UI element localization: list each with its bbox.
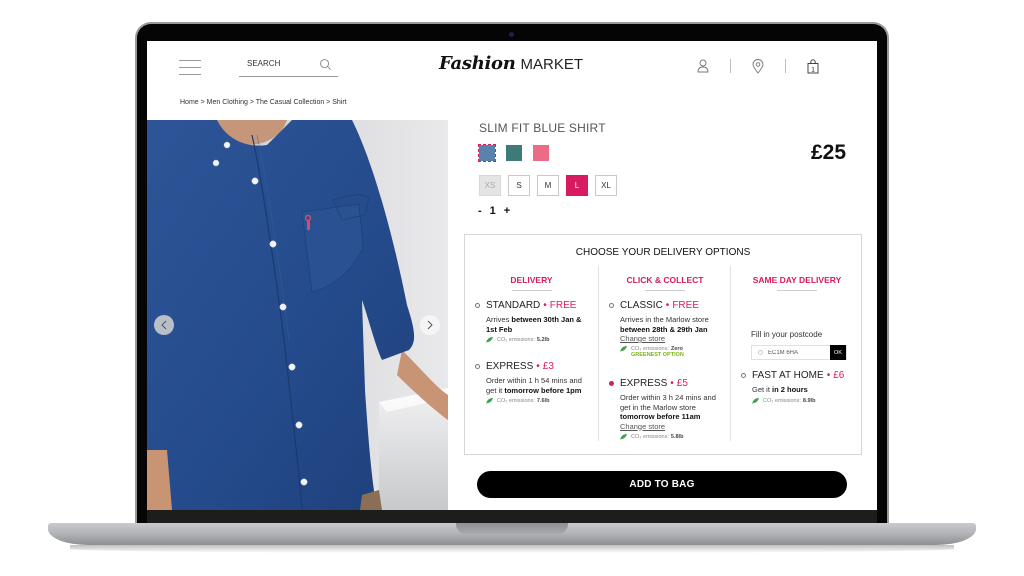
option-price: FREE — [672, 300, 699, 311]
quantity-value: 1 — [489, 205, 496, 217]
laptop-notch — [456, 523, 568, 534]
color-swatch[interactable] — [478, 144, 496, 162]
heading-underline — [645, 290, 685, 291]
co2-emissions: CO₂ emissions: 5.8lb — [620, 433, 727, 440]
option-price: £3 — [542, 361, 554, 372]
option-price: £6 — [833, 370, 845, 381]
co2-emissions: CO₂ emissions: 7.6lb — [486, 398, 593, 404]
chevron-left-icon — [161, 320, 167, 330]
size-option[interactable]: L — [566, 175, 588, 196]
color-swatch[interactable] — [506, 145, 522, 161]
column-heading: DELIVERY — [510, 275, 553, 285]
postcode-label: Fill in your postcode — [751, 330, 823, 339]
product-title: SLIM FIT BLUE SHIRT — [479, 121, 606, 135]
greenest-option-badge: GREENEST OPTION — [631, 352, 684, 358]
option-description: Order within 3 h 24 mins and get in the … — [620, 393, 716, 421]
change-store-link[interactable]: Change store — [620, 334, 727, 343]
option-name: STANDARD — [486, 300, 541, 311]
delivery-options-panel: CHOOSE YOUR DELIVERY OPTIONS DELIVERY ST… — [464, 234, 862, 455]
increase-quantity-button[interactable]: + — [504, 205, 510, 217]
option-radio[interactable] — [475, 303, 480, 308]
leaf-icon — [486, 398, 493, 404]
change-store-link[interactable]: Change store — [620, 422, 727, 431]
delivery-column: SAME DAY DELIVERY Fill in your postcode … — [730, 266, 863, 441]
location-pin-icon[interactable] — [750, 57, 766, 75]
laptop-bezel — [147, 510, 877, 523]
option-name: EXPRESS — [486, 361, 534, 372]
product-price: £25 — [811, 141, 847, 164]
logo-word: MARKET — [520, 56, 584, 73]
search-bar — [239, 56, 338, 77]
brand-logo[interactable]: Fashion MARKET — [439, 53, 589, 79]
option-name: FAST AT HOME — [752, 370, 824, 381]
option-name: EXPRESS — [620, 378, 668, 389]
heading-underline — [511, 290, 552, 291]
option-description: Arrives in the Marlow store between 28th… — [620, 315, 709, 334]
browser-screen: FashionMARKET 1 Home > Men Clothing > Th… — [147, 41, 877, 510]
breadcrumb[interactable]: Home > Men Clothing > The Casual Collect… — [180, 99, 347, 106]
option-description: Order within 1 h 54 mins and get it tomo… — [486, 376, 582, 395]
delivery-option[interactable]: STANDARD • FREE Arrives between 30th Jan &… — [475, 300, 593, 343]
leaf-icon — [620, 433, 627, 440]
chevron-right-icon — [427, 320, 433, 330]
co2-emissions: CO₂ emissions: 8.9lb — [752, 397, 859, 404]
color-selector — [478, 144, 549, 162]
postcode-input[interactable] — [768, 346, 826, 359]
option-radio[interactable] — [741, 373, 746, 378]
size-option[interactable]: XS — [479, 175, 501, 196]
postcode-ok-button[interactable]: OK — [830, 345, 846, 360]
color-swatch[interactable] — [533, 145, 549, 161]
search-input[interactable] — [247, 59, 317, 68]
option-radio[interactable] — [609, 303, 614, 308]
delivery-column: DELIVERY STANDARD • FREE Arrives between 3… — [465, 266, 598, 441]
delivery-option[interactable]: EXPRESS • £3 Order within 1 h 54 mins and … — [475, 361, 593, 404]
column-heading: SAME DAY DELIVERY — [752, 275, 842, 285]
laptop-shadow — [70, 545, 954, 553]
option-name: CLASSIC — [620, 300, 663, 311]
delivery-option[interactable]: EXPRESS • £5 Order within 3 h 24 mins and … — [609, 378, 727, 440]
header-actions: 1 — [695, 56, 821, 76]
previous-image-button[interactable] — [154, 315, 174, 335]
delivery-option[interactable]: FAST AT HOME • £6 Get it in 2 hours CO₂ em… — [741, 370, 859, 404]
search-icon[interactable] — [319, 58, 332, 71]
delivery-option[interactable]: CLASSIC • FREE Arrives in the Marlow store… — [609, 300, 727, 358]
option-radio-selected[interactable] — [609, 381, 614, 386]
logo-script: Fashion — [439, 53, 516, 74]
option-description: Arrives between 30th Jan & 1st Feb — [486, 315, 582, 334]
shirt-photo — [147, 120, 448, 510]
product-image — [147, 120, 448, 510]
option-price: FREE — [549, 300, 577, 311]
option-description: Get it in 2 hours — [752, 385, 808, 394]
leaf-icon — [620, 346, 627, 352]
webcam-icon — [509, 32, 514, 37]
leaf-icon — [752, 397, 759, 404]
size-option[interactable]: S — [508, 175, 530, 196]
user-icon[interactable] — [695, 57, 711, 75]
next-image-button[interactable] — [420, 315, 440, 335]
divider — [730, 59, 731, 73]
menu-icon[interactable] — [179, 60, 201, 76]
delivery-column: CLICK & COLLECT CLASSIC • FREE Arrives in … — [598, 266, 731, 441]
heading-underline — [777, 290, 817, 291]
co2-emissions: CO₂ emissions: 5.2lb — [486, 337, 593, 343]
size-option[interactable]: M — [537, 175, 559, 196]
size-option[interactable]: XL — [595, 175, 617, 196]
divider — [785, 59, 786, 73]
shopping-bag-icon[interactable]: 1 — [805, 57, 821, 75]
add-to-bag-button[interactable]: ADD TO BAG — [477, 471, 847, 498]
location-icon — [758, 350, 763, 355]
column-heading: CLICK & COLLECT — [626, 275, 704, 285]
leaf-icon — [486, 337, 493, 343]
postcode-field: OK — [751, 345, 847, 360]
option-radio[interactable] — [475, 364, 480, 369]
size-selector: XS S M L XL — [479, 175, 617, 196]
delivery-panel-title: CHOOSE YOUR DELIVERY OPTIONS — [575, 247, 751, 258]
bag-count: 1 — [811, 66, 815, 73]
decrease-quantity-button[interactable]: - — [478, 205, 482, 217]
quantity-stepper: - 1 + — [478, 205, 510, 217]
option-price: £5 — [676, 378, 688, 389]
